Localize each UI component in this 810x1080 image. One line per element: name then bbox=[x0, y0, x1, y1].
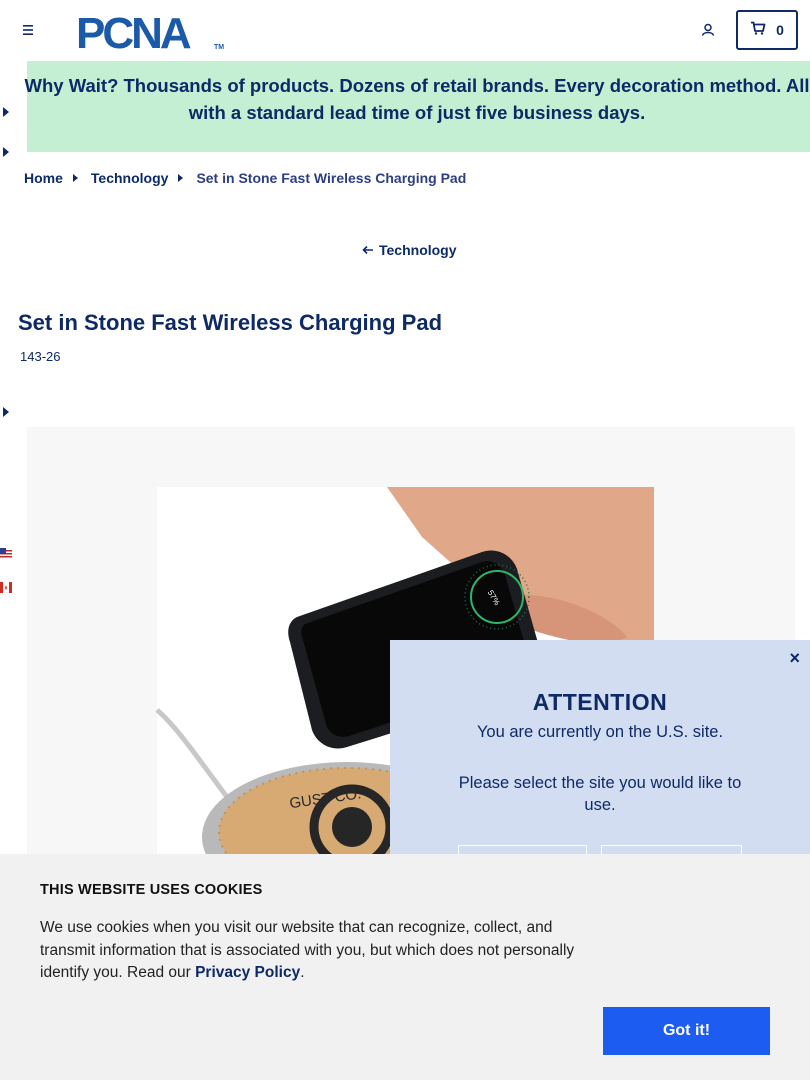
pcna-logo-mark: PCNA TM bbox=[76, 9, 224, 58]
arrow-left-icon bbox=[362, 245, 373, 255]
breadcrumb-separator-icon bbox=[178, 174, 184, 182]
close-icon[interactable]: × bbox=[789, 648, 800, 669]
breadcrumb-current: Set in Stone Fast Wireless Charging Pad bbox=[196, 170, 467, 186]
modal-current-site-text: You are currently on the U.S. site. bbox=[476, 723, 724, 741]
sidebar-rail bbox=[0, 61, 27, 854]
cart-icon bbox=[750, 21, 766, 40]
back-link-label: Technology bbox=[379, 242, 457, 258]
product-sku: 143-26 bbox=[20, 349, 61, 364]
chevron-right-icon[interactable] bbox=[3, 147, 9, 157]
svg-text:PCNA: PCNA bbox=[76, 9, 191, 52]
account-icon[interactable] bbox=[698, 20, 718, 40]
chevron-right-icon[interactable] bbox=[3, 407, 9, 417]
modal-instruction-text: Please select the site you would like to… bbox=[458, 774, 742, 814]
cookie-period: . bbox=[300, 964, 305, 981]
menu-icon[interactable] bbox=[18, 20, 38, 40]
us-flag-icon[interactable] bbox=[0, 547, 12, 559]
pcna-logo[interactable]: PCNA TM bbox=[76, 8, 226, 58]
promo-banner: Why Wait? Thousands of products. Dozens … bbox=[25, 61, 810, 152]
svg-text:TM: TM bbox=[214, 44, 224, 51]
cookie-banner: THIS WEBSITE USES COOKIES We use cookies… bbox=[0, 854, 810, 1080]
cart-count: 0 bbox=[776, 22, 784, 38]
product-title: Set in Stone Fast Wireless Charging Pad bbox=[18, 310, 443, 335]
canada-flag-icon[interactable] bbox=[0, 581, 12, 593]
modal-title: ATTENTION bbox=[532, 689, 668, 715]
breadcrumb: Home Technology Set in Stone Fast Wirele… bbox=[24, 170, 466, 186]
cart-button[interactable]: 0 bbox=[736, 10, 798, 50]
promo-text: Why Wait? Thousands of products. Dozens … bbox=[24, 75, 810, 123]
cookie-body-text: We use cookies when you visit our websit… bbox=[40, 919, 575, 981]
breadcrumb-home[interactable]: Home bbox=[24, 170, 63, 186]
accept-cookies-button[interactable]: Got it! bbox=[603, 1007, 770, 1055]
back-to-category-link[interactable]: Technology bbox=[362, 242, 457, 258]
breadcrumb-separator-icon bbox=[72, 174, 78, 182]
site-select-modal: × ATTENTION You are currently on the U.S… bbox=[390, 640, 810, 885]
site-header: PCNA TM 0 bbox=[0, 0, 810, 61]
cookie-title: THIS WEBSITE USES COOKIES bbox=[40, 882, 263, 898]
breadcrumb-technology[interactable]: Technology bbox=[91, 170, 169, 186]
cookie-message: We use cookies when you visit our websit… bbox=[40, 917, 600, 985]
privacy-policy-link[interactable]: Privacy Policy bbox=[195, 964, 300, 981]
